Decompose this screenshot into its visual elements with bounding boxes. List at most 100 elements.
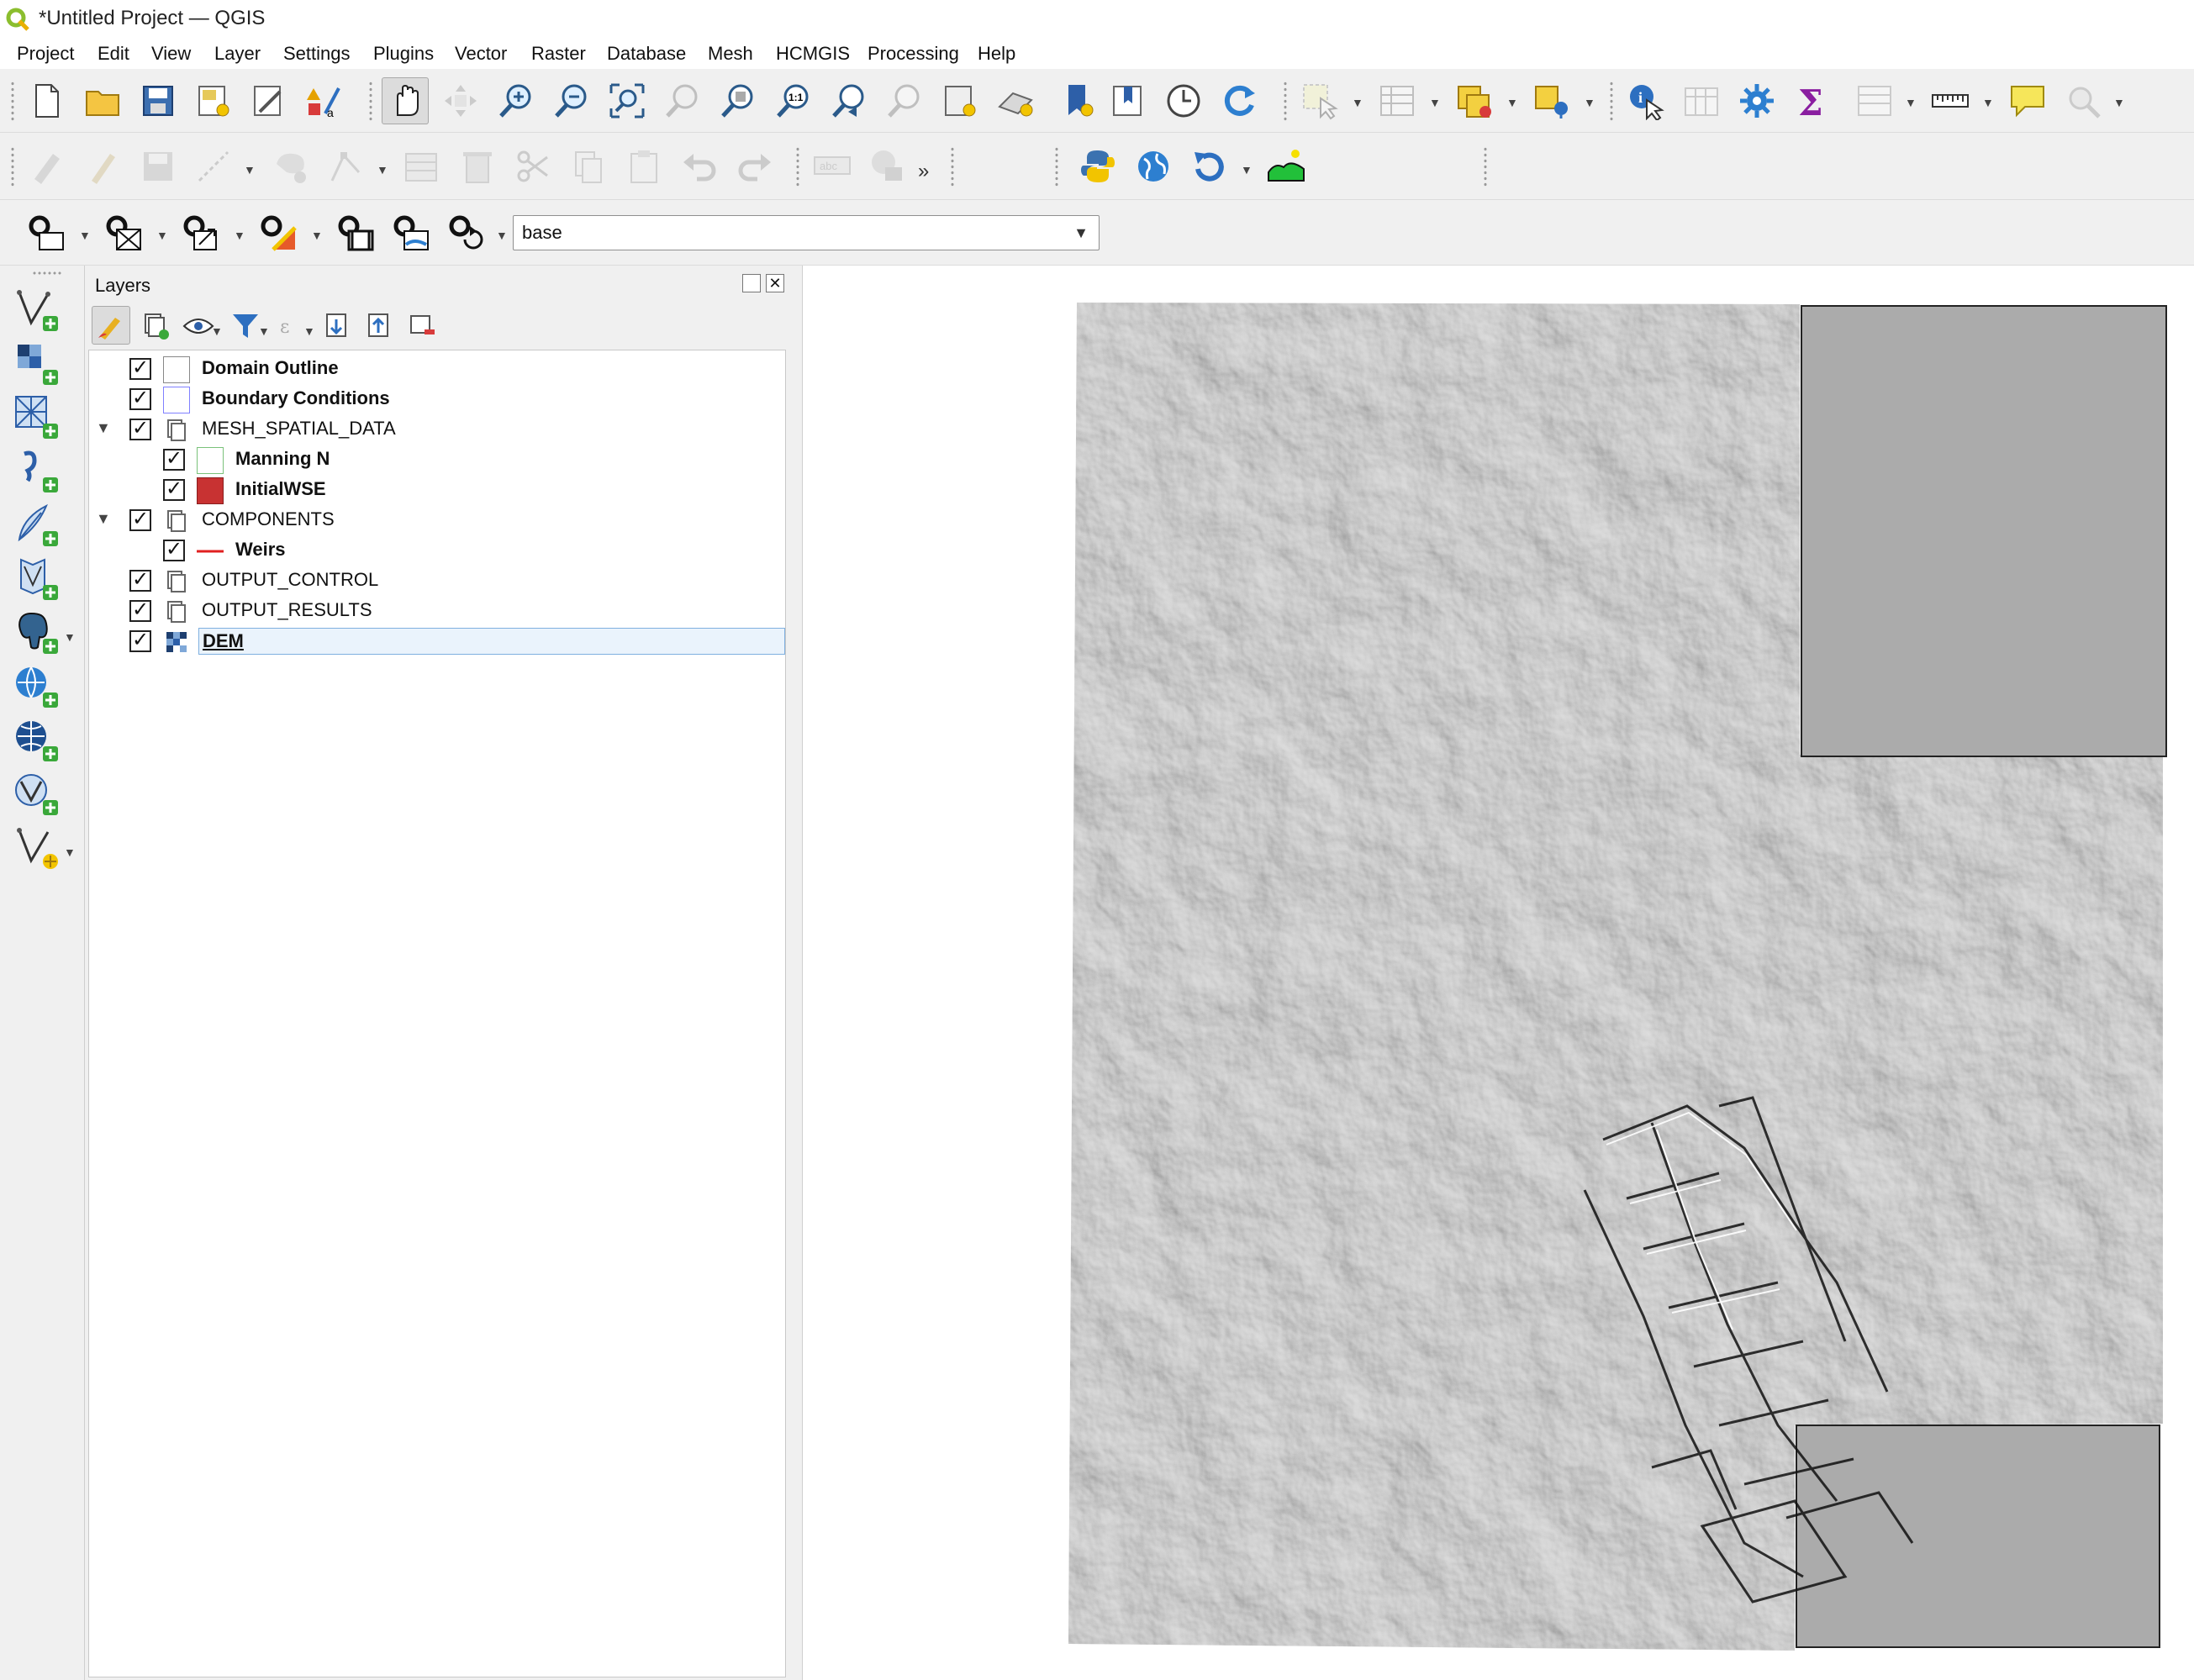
digitize-with-segment-icon[interactable]	[190, 143, 237, 190]
measure-line-icon[interactable]	[1927, 77, 1974, 124]
zoom-full-icon[interactable]	[604, 77, 651, 124]
add-raster-layer-icon[interactable]	[7, 338, 67, 390]
zoom-to-layer-icon[interactable]	[715, 77, 762, 124]
toolbar-grip[interactable]	[795, 146, 800, 187]
modify-attributes-icon[interactable]	[398, 143, 446, 190]
pan-to-selection-icon[interactable]	[437, 77, 484, 124]
plugin-reload-icon[interactable]	[1185, 143, 1232, 190]
toolbar-grip[interactable]	[10, 146, 15, 187]
layer-row-boundary-conditions[interactable]: ✓ Boundary Conditions	[89, 384, 785, 414]
label-toolbar-icon[interactable]: abc	[809, 143, 856, 190]
close-icon[interactable]: ✕	[766, 274, 784, 292]
copy-features-icon[interactable]	[565, 143, 612, 190]
layer-visibility-checkbox[interactable]: ✓	[129, 419, 151, 440]
mesh-tool-3-icon[interactable]	[178, 210, 225, 257]
mesh-refresh-icon[interactable]	[444, 210, 491, 257]
deselect-layer-dropdown-icon[interactable]: ▼	[1506, 96, 1518, 109]
new-print-layout-icon[interactable]	[190, 77, 237, 124]
add-geopackage-layer-icon[interactable]	[7, 553, 67, 605]
open-project-icon[interactable]	[79, 77, 126, 124]
menu-help[interactable]: Help	[978, 40, 1015, 67]
layer-visibility-checkbox[interactable]: ✓	[129, 630, 151, 652]
map-themes-dropdown-icon[interactable]: ▼	[211, 324, 223, 338]
menu-plugins[interactable]: Plugins	[373, 40, 434, 67]
redo-icon[interactable]	[731, 143, 778, 190]
locator-dropdown-icon[interactable]: ▼	[2113, 96, 2125, 109]
mesh-tool-2-icon[interactable]	[101, 210, 148, 257]
menu-raster[interactable]: Raster	[531, 40, 586, 67]
add-group-icon[interactable]	[135, 306, 174, 345]
layer-row-manning-n[interactable]: ✓ Manning N	[89, 445, 785, 475]
vertex-dropdown-icon[interactable]: ▼	[377, 163, 388, 176]
toolbar-grip[interactable]	[10, 81, 15, 121]
layer-visibility-checkbox[interactable]: ✓	[129, 509, 151, 531]
plugin-globe-icon[interactable]	[1130, 143, 1177, 190]
temporal-controller-icon[interactable]	[1160, 77, 1207, 124]
undo-icon[interactable]	[676, 143, 723, 190]
zoom-next-icon[interactable]	[881, 77, 928, 124]
new-3d-map-view-icon[interactable]	[992, 77, 1039, 124]
toolbar-overflow[interactable]: »	[918, 160, 929, 183]
save-project-icon[interactable]	[134, 77, 182, 124]
menu-processing[interactable]: Processing	[868, 40, 959, 67]
mesh-tool-4-dropdown-icon[interactable]: ▼	[311, 229, 323, 242]
menu-hcmgis[interactable]: HCMGIS	[776, 40, 850, 67]
menu-edit[interactable]: Edit	[98, 40, 129, 67]
add-wms-layer-icon[interactable]	[7, 661, 67, 713]
expression-dropdown-icon[interactable]: ▼	[303, 324, 315, 338]
select-location-dropdown-icon[interactable]: ▼	[1584, 96, 1595, 109]
remove-layer-icon[interactable]	[403, 306, 441, 345]
layer-row-dem[interactable]: ✓ DEM	[89, 626, 785, 656]
new-map-view-icon[interactable]	[936, 77, 984, 124]
pan-hand-icon[interactable]	[382, 77, 429, 124]
open-layer-styling-icon[interactable]	[92, 306, 130, 345]
new-project-icon[interactable]	[24, 77, 71, 124]
zoom-to-selection-icon[interactable]	[659, 77, 706, 124]
toolbar-grip[interactable]	[32, 271, 62, 276]
toggle-editing-icon[interactable]	[79, 143, 126, 190]
table-dropdown-icon[interactable]: ▼	[1905, 96, 1917, 109]
mesh-tool-2-dropdown-icon[interactable]: ▼	[156, 229, 168, 242]
toolbar-grip[interactable]	[1054, 146, 1059, 187]
select-features-icon[interactable]	[1296, 77, 1343, 124]
menu-database[interactable]: Database	[607, 40, 686, 67]
processing-toolbox-icon[interactable]	[1733, 77, 1780, 124]
mesh-refresh-dropdown-icon[interactable]: ▼	[496, 229, 508, 242]
add-mesh-layer-icon[interactable]	[7, 392, 67, 444]
collapse-all-icon[interactable]	[361, 306, 399, 345]
layer-visibility-checkbox[interactable]: ✓	[129, 570, 151, 592]
layer-visibility-checkbox[interactable]: ✓	[129, 600, 151, 622]
toolbar-grip[interactable]	[1283, 81, 1288, 121]
filter-dropdown-icon[interactable]: ▼	[258, 324, 270, 338]
select-by-location-icon[interactable]	[1528, 77, 1575, 124]
menu-settings[interactable]: Settings	[283, 40, 351, 67]
layer-row-components[interactable]: ▼ ✓ COMPONENTS	[89, 505, 785, 535]
postgis-dropdown-icon[interactable]: ▼	[64, 630, 76, 644]
zoom-in-icon[interactable]	[493, 77, 540, 124]
add-postgis-layer-icon[interactable]	[7, 607, 67, 659]
add-vector-layer-icon[interactable]	[7, 284, 67, 336]
zoom-native-resolution-icon[interactable]: 1:1	[770, 77, 817, 124]
menu-project[interactable]: Project	[17, 40, 74, 67]
add-polygon-feature-icon[interactable]	[267, 143, 314, 190]
layer-visibility-checkbox[interactable]: ✓	[129, 358, 151, 380]
basemap-select[interactable]: base ▼	[513, 215, 1100, 250]
new-layer-dropdown-icon[interactable]: ▼	[64, 845, 76, 859]
vertex-tool-icon[interactable]	[323, 143, 370, 190]
layer-visibility-checkbox[interactable]: ✓	[129, 388, 151, 410]
layer-visibility-checkbox[interactable]: ✓	[163, 479, 185, 501]
style-manager-icon[interactable]: a	[301, 77, 348, 124]
layer-row-weirs[interactable]: ✓ Weirs	[89, 535, 785, 566]
identify-features-icon[interactable]: i	[1622, 77, 1669, 124]
chevron-down-icon[interactable]: ▼	[96, 510, 111, 528]
mesh-tool-3-dropdown-icon[interactable]: ▼	[234, 229, 245, 242]
mesh-tool-1-icon[interactable]	[24, 210, 71, 257]
panel-splitter[interactable]	[790, 266, 802, 1680]
layer-row-output-results[interactable]: ✓ OUTPUT_RESULTS	[89, 596, 785, 626]
mesh-tool-1-dropdown-icon[interactable]: ▼	[79, 229, 91, 242]
delete-selected-icon[interactable]	[454, 143, 501, 190]
zoom-out-icon[interactable]	[548, 77, 595, 124]
paste-features-icon[interactable]	[620, 143, 667, 190]
layout-manager-icon[interactable]	[245, 77, 293, 124]
current-edits-icon[interactable]	[24, 143, 71, 190]
